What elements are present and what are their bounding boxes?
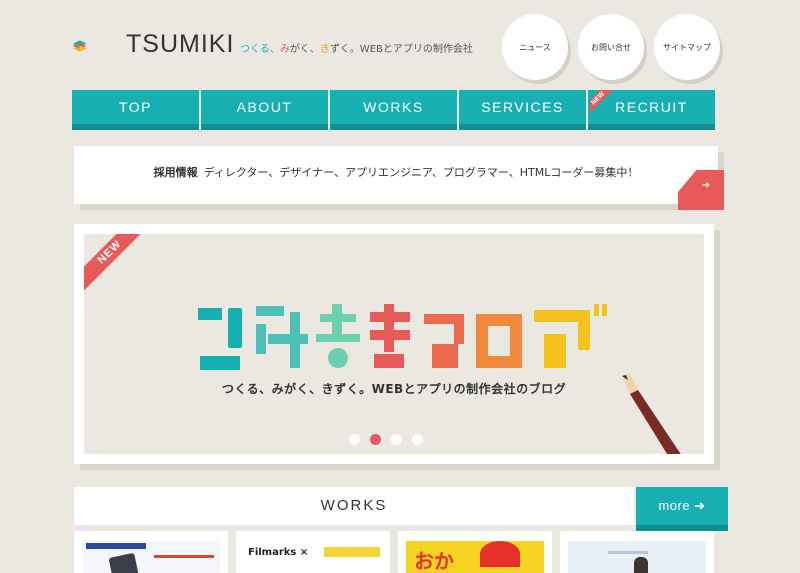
work-thumbnail-image bbox=[82, 541, 220, 573]
works-title: WORKS bbox=[320, 497, 388, 514]
work-thumbnail-text: おか bbox=[414, 549, 454, 573]
recruit-message: ディレクター、デザイナー、アプリエンジニア、プログラマー、HTMLコーダー募集中… bbox=[203, 166, 639, 179]
nav-new-badge: NEW bbox=[590, 90, 616, 116]
work-thumbnail-text: Filmarks × bbox=[248, 547, 309, 558]
tagline-part: つくる、 bbox=[240, 44, 280, 55]
work-thumbnail[interactable] bbox=[74, 531, 228, 573]
slide-new-ribbon: NEW bbox=[84, 234, 150, 293]
nav-services[interactable]: SERVICES bbox=[459, 90, 586, 130]
slider-dot[interactable] bbox=[412, 434, 423, 445]
contact-link[interactable]: お問い合せ bbox=[578, 14, 644, 80]
slide[interactable]: NEW つくる、みがく、きずく。WEBとアプリの制作会社のブログ bbox=[84, 234, 704, 454]
pencil-icon bbox=[622, 374, 681, 454]
nav-top[interactable]: TOP bbox=[72, 90, 199, 130]
works-section-header: WORKS bbox=[74, 487, 634, 525]
tagline-part: み bbox=[279, 44, 290, 55]
work-thumbnail-image bbox=[568, 541, 706, 573]
tagline-part: がく、 bbox=[289, 44, 320, 55]
work-thumbnail[interactable] bbox=[560, 531, 714, 573]
tagline: つくる、みがく、きずく。WEBとアプリの制作会社 bbox=[240, 40, 473, 55]
tagline-part: き bbox=[319, 44, 330, 55]
tsumiki-blog-logo-icon bbox=[198, 304, 607, 370]
nav-works[interactable]: WORKS bbox=[330, 90, 457, 130]
tagline-part: ずく。WEBとアプリの制作会社 bbox=[329, 44, 473, 55]
work-thumbnail[interactable]: Filmarks × bbox=[236, 531, 390, 573]
nav-new-label: NEW bbox=[590, 90, 616, 116]
recruit-label: 採用情報 bbox=[153, 166, 198, 179]
slider-dot[interactable] bbox=[391, 434, 402, 445]
slider-dot[interactable] bbox=[349, 434, 360, 445]
arrow-right-icon: ➜ bbox=[701, 180, 710, 191]
slider-dots bbox=[349, 434, 423, 445]
sitemap-link[interactable]: サイトマップ bbox=[654, 14, 720, 80]
recruit-text: 採用情報 ディレクター、デザイナー、アプリエンジニア、プログラマー、HTMLコーダ… bbox=[74, 164, 718, 180]
nav-about[interactable]: ABOUT bbox=[201, 90, 328, 130]
work-thumbnail-image: おか bbox=[406, 541, 544, 573]
work-thumbnail-image: Filmarks × bbox=[244, 541, 382, 573]
slider-dot-active[interactable] bbox=[370, 434, 381, 445]
slide-subtitle: つくる、みがく、きずく。WEBとアプリの制作会社のブログ bbox=[221, 382, 567, 396]
logo-text[interactable]: TSUMIKI bbox=[126, 30, 234, 59]
tsumiki-logo-icon[interactable] bbox=[72, 25, 122, 67]
hero-slider[interactable]: NEW つくる、みがく、きずく。WEBとアプリの制作会社のブログ bbox=[74, 224, 714, 464]
works-more-button[interactable]: more ➜ bbox=[636, 487, 728, 531]
work-thumbnail[interactable]: おか bbox=[398, 531, 552, 573]
global-nav: TOP ABOUT WORKS SERVICES RECRUIT bbox=[72, 90, 728, 130]
recruit-banner[interactable]: 採用情報 ディレクター、デザイナー、アプリエンジニア、プログラマー、HTMLコーダ… bbox=[74, 146, 724, 210]
news-link[interactable]: ニュース bbox=[502, 14, 568, 80]
